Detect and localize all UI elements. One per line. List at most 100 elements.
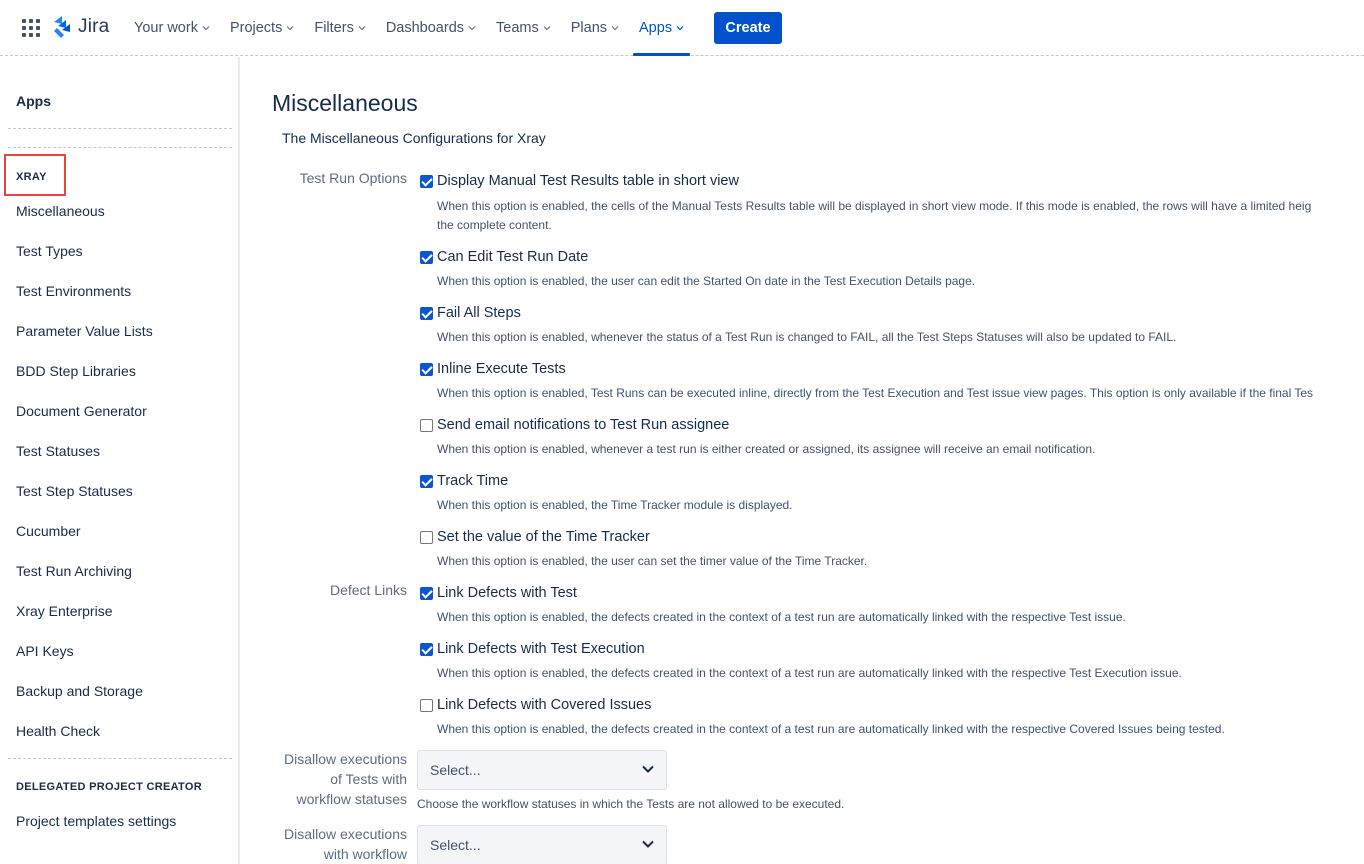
nav-menu: Your work Projects Filters Dashboards Te…	[124, 0, 694, 56]
page-description: The Miscellaneous Configurations for Xra…	[282, 130, 546, 146]
option-description: When this option is enabled, the Time Tr…	[437, 498, 793, 512]
option-description-cont: the complete content.	[437, 218, 552, 232]
option-label: Set the value of the Time Tracker	[437, 529, 650, 545]
chevron-down-icon	[676, 26, 684, 31]
option-description: When this option is enabled, the user ca…	[437, 554, 868, 568]
sidebar-divider	[8, 128, 232, 129]
sidebar-item-document-generator[interactable]: Document Generator	[16, 403, 147, 419]
create-button[interactable]: Create	[714, 12, 782, 44]
option-short-view: Display Manual Test Results table in sho…	[420, 171, 1311, 232]
option-description: When this option is enabled, whenever a …	[437, 442, 1096, 456]
sidebar-item-parameter-value-lists[interactable]: Parameter Value Lists	[16, 323, 153, 339]
sidebar-item-test-types[interactable]: Test Types	[16, 243, 83, 259]
page-title: Miscellaneous	[272, 90, 418, 116]
disallow-tests-select[interactable]: Select...	[417, 750, 667, 790]
sidebar-item-project-templates-settings[interactable]: Project templates settings	[16, 813, 176, 829]
label-line: with workflow	[323, 846, 407, 862]
test-run-options-label: Test Run Options	[299, 170, 407, 186]
top-navigation: Jira Your work Projects Filters Dashboar…	[0, 0, 1364, 56]
sidebar-title: Apps	[16, 93, 51, 109]
checkbox[interactable]	[420, 642, 433, 656]
chevron-down-icon	[468, 26, 476, 31]
select-placeholder: Select...	[430, 762, 481, 778]
option-description: When this option is enabled, the user ca…	[437, 274, 976, 288]
logo-text: Jira	[78, 16, 110, 37]
sidebar-item-test-step-statuses[interactable]: Test Step Statuses	[16, 483, 133, 499]
option-set-time-tracker: Set the value of the Time Tracker When t…	[420, 527, 867, 568]
checkbox[interactable]	[420, 530, 433, 544]
option-email-notifications: Send email notifications to Test Run ass…	[420, 415, 1095, 456]
option-description: When this option is enabled, the cells o…	[437, 199, 1312, 213]
jira-logo[interactable]: Jira	[52, 16, 109, 38]
option-inline-execute: Inline Execute Tests When this option is…	[420, 359, 1313, 400]
sidebar-item-api-keys[interactable]: API Keys	[16, 643, 74, 659]
option-description: When this option is enabled, the defects…	[437, 666, 1182, 680]
option-link-defects-execution: Link Defects with Test Execution When th…	[420, 639, 1182, 680]
checkbox[interactable]	[420, 250, 433, 264]
sidebar-item-xray-enterprise[interactable]: Xray Enterprise	[16, 603, 112, 619]
chevron-down-icon	[642, 765, 654, 773]
disallow-tests-help: Choose the workflow statuses in which th…	[417, 797, 845, 811]
chevron-down-icon	[611, 26, 619, 31]
nav-label: Your work	[134, 20, 198, 36]
app-switcher-icon[interactable]	[22, 19, 40, 37]
nav-filters[interactable]: Filters	[304, 0, 375, 56]
checkbox[interactable]	[420, 362, 433, 376]
option-label: Display Manual Test Results table in sho…	[437, 173, 739, 189]
nav-projects[interactable]: Projects	[220, 0, 304, 56]
nav-label: Dashboards	[385, 20, 465, 36]
label-line: workflow statuses	[296, 791, 407, 807]
option-track-time: Track Time When this option is enabled, …	[420, 471, 793, 512]
option-label: Link Defects with Covered Issues	[437, 697, 652, 713]
sidebar-item-miscellaneous[interactable]: Miscellaneous	[16, 203, 105, 219]
sidebar-item-test-run-archiving[interactable]: Test Run Archiving	[16, 563, 132, 579]
nav-teams[interactable]: Teams	[486, 0, 561, 56]
checkbox[interactable]	[420, 586, 433, 600]
chevron-down-icon	[543, 26, 551, 31]
sidebar-item-test-environments[interactable]: Test Environments	[16, 283, 131, 299]
checkbox[interactable]	[420, 306, 433, 320]
option-description: When this option is enabled, Test Runs c…	[437, 386, 1314, 400]
defect-links-label: Defect Links	[329, 582, 407, 598]
nav-dashboards[interactable]: Dashboards	[376, 0, 486, 56]
option-fail-all-steps: Fail All Steps When this option is enabl…	[420, 303, 1176, 344]
option-description: When this option is enabled, the defects…	[437, 610, 1126, 624]
chevron-down-icon	[202, 26, 210, 31]
sidebar-item-bdd-step-libraries[interactable]: BDD Step Libraries	[16, 363, 136, 379]
checkbox[interactable]	[420, 174, 433, 188]
option-label: Track Time	[437, 473, 509, 489]
option-label: Send email notifications to Test Run ass…	[437, 417, 730, 433]
disallow-workflow-select[interactable]: Select...	[417, 825, 667, 864]
jira-logo-icon	[54, 16, 70, 38]
nav-label: Projects	[229, 20, 283, 36]
option-edit-run-date: Can Edit Test Run Date When this option …	[420, 247, 975, 288]
sidebar-item-backup-and-storage[interactable]: Backup and Storage	[16, 683, 143, 699]
disallow-workflow-label: Disallow executions with workflow	[262, 824, 407, 864]
label-line: of Tests with	[330, 771, 407, 787]
option-label: Inline Execute Tests	[437, 361, 566, 377]
option-label: Link Defects with Test	[437, 585, 577, 601]
chevron-down-icon	[358, 26, 366, 31]
label-line: Disallow executions	[284, 826, 407, 842]
chevron-down-icon	[642, 840, 654, 848]
option-link-defects-test: Link Defects with Test When this option …	[420, 583, 1126, 624]
nav-plans[interactable]: Plans	[561, 0, 629, 56]
option-label: Fail All Steps	[437, 305, 521, 321]
nav-apps[interactable]: Apps	[629, 0, 694, 56]
option-description: When this option is enabled, the defects…	[437, 722, 1225, 736]
checkbox[interactable]	[420, 698, 433, 712]
sidebar-section-delegated: DELEGATED PROJECT CREATOR	[16, 781, 202, 793]
sidebar-item-health-check[interactable]: Health Check	[16, 723, 100, 739]
sidebar-divider	[8, 758, 232, 759]
sidebar-item-cucumber[interactable]: Cucumber	[16, 523, 81, 539]
checkbox[interactable]	[420, 474, 433, 488]
option-description: When this option is enabled, whenever th…	[437, 330, 1177, 344]
nav-your-work[interactable]: Your work	[124, 0, 220, 56]
nav-label: Teams	[496, 20, 539, 36]
option-label: Can Edit Test Run Date	[437, 249, 589, 265]
option-label: Link Defects with Test Execution	[437, 641, 645, 657]
sidebar: Apps XRAY Miscellaneous Test Types Test …	[0, 57, 240, 864]
sidebar-item-test-statuses[interactable]: Test Statuses	[16, 443, 100, 459]
checkbox[interactable]	[420, 418, 433, 432]
chevron-down-icon	[286, 26, 294, 31]
